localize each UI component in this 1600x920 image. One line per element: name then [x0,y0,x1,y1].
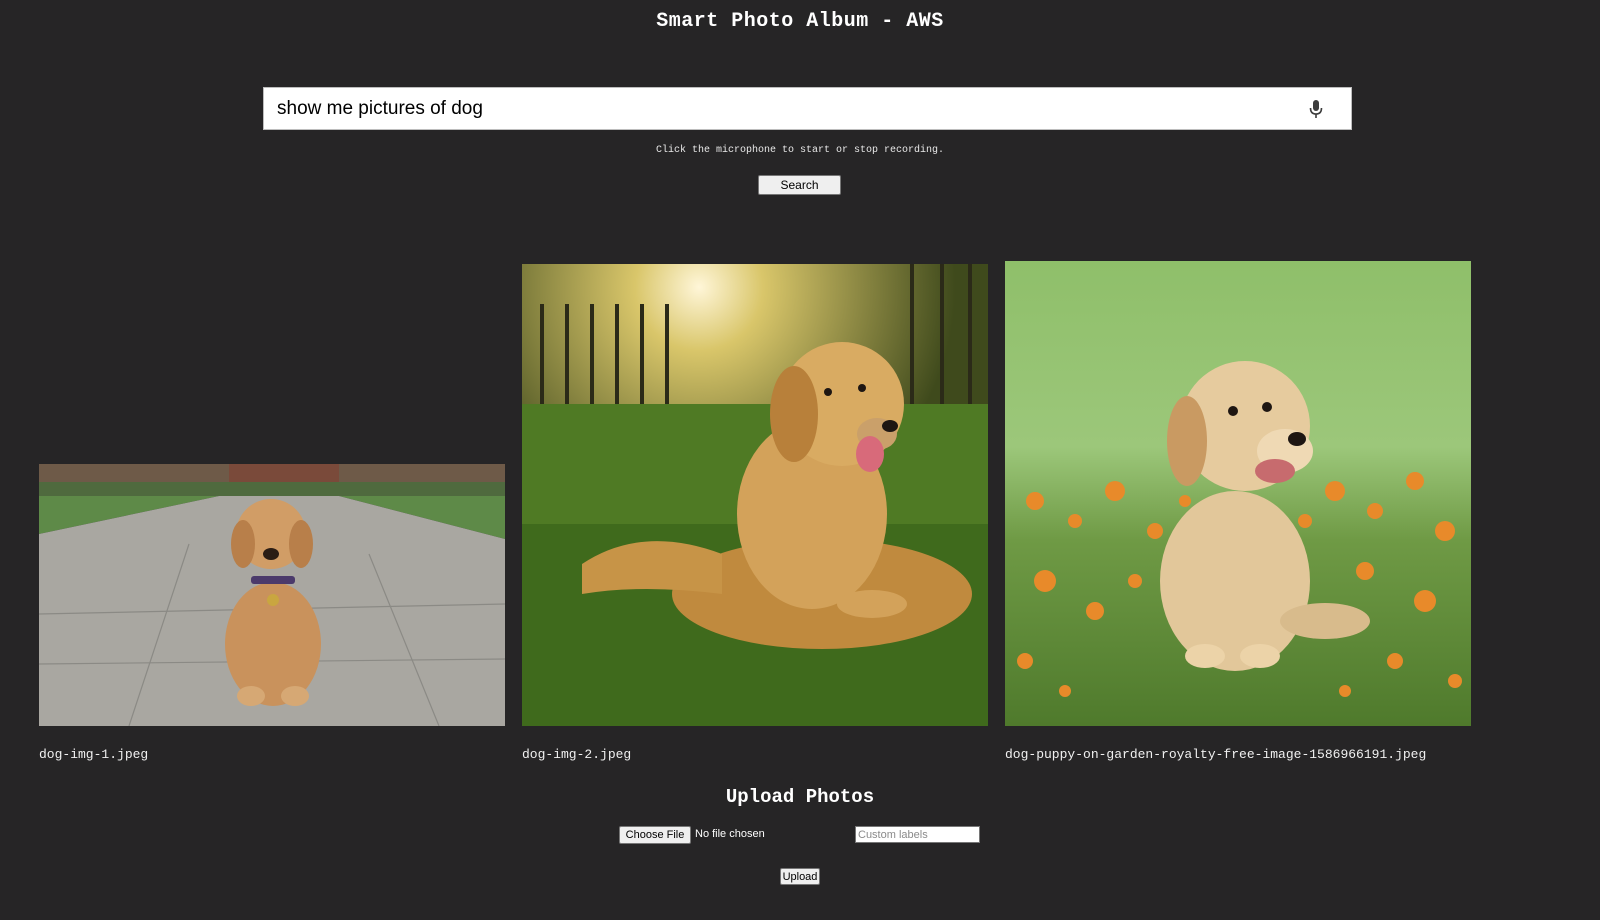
upload-section-title: Upload Photos [725,786,875,808]
search-button[interactable]: Search [758,175,841,195]
file-status: No file chosen [695,828,765,840]
page-title: Smart Photo Album - AWS [656,10,944,33]
upload-button[interactable]: Upload [780,868,820,885]
result-photo-2[interactable] [522,264,988,726]
photo-filename-1: dog-img-1.jpeg [39,747,149,762]
search-bar [263,87,1352,130]
microphone-hint: Click the microphone to start or stop re… [655,145,945,156]
choose-file-button[interactable]: Choose File [619,826,691,844]
custom-labels-input[interactable] [855,826,980,843]
search-input[interactable] [264,88,1264,129]
microphone-icon[interactable] [1309,99,1323,119]
result-photo-3[interactable] [1005,261,1471,726]
photo-filename-3: dog-puppy-on-garden-royalty-free-image-1… [1005,747,1427,762]
result-photo-1[interactable] [39,464,505,726]
photo-filename-2: dog-img-2.jpeg [522,747,632,762]
